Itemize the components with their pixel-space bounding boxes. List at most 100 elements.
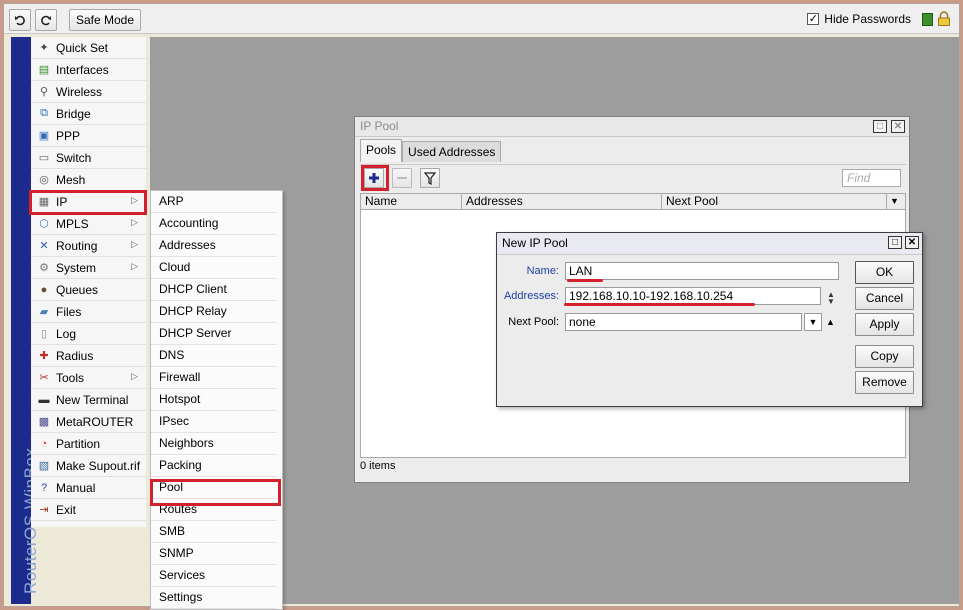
new-ip-pool-dialog: New IP Pool □ ✕ Name: LAN Addresses: 192… bbox=[496, 232, 923, 407]
menu-item-system[interactable]: ⚙ System ▷ bbox=[31, 257, 146, 279]
menu-item-ppp[interactable]: ▣ PPP bbox=[31, 125, 146, 147]
safe-mode-button[interactable]: Safe Mode bbox=[69, 9, 141, 31]
menu-item-exit[interactable]: ⇥ Exit bbox=[31, 499, 146, 521]
submenu-arrow-icon: ▷ bbox=[131, 239, 138, 249]
menu-item-mesh[interactable]: ◎ Mesh bbox=[31, 169, 146, 191]
filter-button[interactable] bbox=[420, 168, 440, 188]
find-input[interactable]: Find bbox=[842, 169, 901, 187]
menu-item-metarouter[interactable]: ▩ MetaROUTER bbox=[31, 411, 146, 433]
dialog-maximize-button[interactable]: □ bbox=[888, 236, 902, 249]
submenu-item-dhcp-server[interactable]: DHCP Server bbox=[151, 323, 277, 345]
wand-icon: ✦ bbox=[39, 42, 49, 54]
menu-item-new-terminal[interactable]: ▬ New Terminal bbox=[31, 389, 146, 411]
menu-item-label: PPP bbox=[56, 128, 81, 143]
undo-button[interactable] bbox=[9, 9, 31, 31]
menu-item-label: Bridge bbox=[56, 106, 91, 121]
apply-button[interactable]: Apply bbox=[855, 313, 914, 336]
tab-used-addresses[interactable]: Used Addresses bbox=[402, 141, 502, 162]
menu-item-partition[interactable]: ◔ Partition bbox=[31, 433, 146, 455]
new-ip-pool-title: New IP Pool bbox=[502, 236, 568, 250]
hide-passwords-checkbox[interactable]: ✓ bbox=[807, 13, 820, 25]
addresses-label: Addresses: bbox=[503, 290, 559, 302]
remove-field-icon[interactable]: ▲ bbox=[826, 317, 835, 327]
submenu-item-cloud[interactable]: Cloud bbox=[151, 257, 277, 279]
top-toolbar: Safe Mode ✓ Hide Passwords bbox=[4, 4, 959, 34]
mesh-icon: ◎ bbox=[39, 174, 49, 186]
submenu-item-smb[interactable]: SMB bbox=[151, 521, 277, 543]
submenu-item-dhcp-client[interactable]: DHCP Client bbox=[151, 279, 277, 301]
ip-submenu: ARP Accounting Addresses Cloud DHCP Client DH… bbox=[150, 190, 283, 610]
submenu-item-packing[interactable]: Packing bbox=[151, 455, 277, 477]
supout-icon: ▧ bbox=[38, 460, 50, 472]
dropdown-arrow-icon[interactable]: ▼ bbox=[804, 313, 822, 331]
menu-item-label: Tools bbox=[56, 370, 85, 385]
new-ip-pool-title-bar[interactable]: New IP Pool □ ✕ bbox=[497, 233, 922, 255]
queues-icon: ● bbox=[40, 283, 48, 296]
menu-item-quick-set[interactable]: ✦ Quick Set bbox=[31, 37, 146, 59]
ip-menu-highlight bbox=[29, 190, 147, 215]
submenu-item-snmp[interactable]: SNMP bbox=[151, 543, 277, 565]
name-label: Name: bbox=[526, 265, 559, 277]
menu-item-log[interactable]: ▯ Log bbox=[31, 323, 146, 345]
menu-item-radius[interactable]: ✚ Radius bbox=[31, 345, 146, 367]
col-next-pool[interactable]: Next Pool bbox=[662, 194, 887, 209]
close-button[interactable]: ✕ bbox=[891, 120, 905, 133]
menu-item-switch[interactable]: ▭ Switch bbox=[31, 147, 146, 169]
menu-item-label: Queues bbox=[56, 282, 99, 297]
ok-button[interactable]: OK bbox=[855, 261, 914, 284]
submenu-item-ipsec[interactable]: IPsec bbox=[151, 411, 277, 433]
addresses-spinner-icon[interactable]: ▲ ▼ bbox=[827, 291, 835, 306]
menu-item-label: MPLS bbox=[56, 216, 89, 231]
copy-button[interactable]: Copy bbox=[855, 345, 914, 368]
table-header: Name Addresses Next Pool ▼ bbox=[361, 194, 905, 210]
add-button-highlight bbox=[361, 165, 389, 191]
ip-pool-title-bar[interactable]: IP Pool □ ✕ bbox=[355, 117, 909, 137]
submenu-item-dns[interactable]: DNS bbox=[151, 345, 277, 367]
submenu-item-neighbors[interactable]: Neighbors bbox=[151, 433, 277, 455]
addresses-underline bbox=[564, 303, 755, 306]
hide-passwords[interactable]: ✓ Hide Passwords bbox=[807, 12, 911, 26]
menu-item-label: MetaROUTER bbox=[56, 414, 134, 429]
submenu-item-arp[interactable]: ARP bbox=[151, 191, 277, 213]
submenu-arrow-icon: ▷ bbox=[131, 217, 138, 227]
submenu-item-dhcp-relay[interactable]: DHCP Relay bbox=[151, 301, 277, 323]
menu-item-bridge[interactable]: ⧉ Bridge bbox=[31, 103, 146, 125]
submenu-item-accounting[interactable]: Accounting bbox=[151, 213, 277, 235]
name-field[interactable]: LAN bbox=[565, 262, 839, 280]
col-addresses[interactable]: Addresses bbox=[462, 194, 662, 209]
menu-item-files[interactable]: ▰ Files bbox=[31, 301, 146, 323]
col-name[interactable]: Name bbox=[361, 194, 462, 209]
submenu-arrow-icon: ▷ bbox=[131, 261, 138, 271]
cancel-button[interactable]: Cancel bbox=[855, 287, 914, 310]
pie-icon: ◔ bbox=[40, 437, 48, 450]
menu-item-manual[interactable]: ? Manual bbox=[31, 477, 146, 499]
brand-strip: RouterOS WinBox bbox=[11, 37, 40, 604]
submenu-item-addresses[interactable]: Addresses bbox=[151, 235, 277, 257]
submenu-item-services[interactable]: Services bbox=[151, 565, 277, 587]
submenu-item-firewall[interactable]: Firewall bbox=[151, 367, 277, 389]
menu-item-mpls[interactable]: ⬡ MPLS ▷ bbox=[31, 213, 146, 235]
menu-item-routing[interactable]: ✕ Routing ▷ bbox=[31, 235, 146, 257]
menu-item-tools[interactable]: ✂ Tools ▷ bbox=[31, 367, 146, 389]
menu-item-label: Quick Set bbox=[56, 40, 109, 55]
next-pool-select[interactable]: none bbox=[565, 313, 802, 331]
dialog-close-button[interactable]: ✕ bbox=[905, 236, 919, 249]
maximize-button[interactable]: □ bbox=[873, 120, 887, 133]
remove-button[interactable] bbox=[392, 168, 412, 188]
submenu-item-settings[interactable]: Settings bbox=[151, 587, 277, 609]
submenu-item-hotspot[interactable]: Hotspot bbox=[151, 389, 277, 411]
tab-pools[interactable]: Pools bbox=[360, 139, 403, 162]
menu-item-label: Mesh bbox=[56, 172, 86, 187]
menu-item-wireless[interactable]: ⚲ Wireless bbox=[31, 81, 146, 103]
hide-passwords-label: Hide Passwords bbox=[824, 12, 911, 26]
menu-item-make-supout-rif[interactable]: ▧ Make Supout.rif bbox=[31, 455, 146, 477]
menu-item-label: Radius bbox=[56, 348, 94, 363]
redo-button[interactable] bbox=[35, 9, 57, 31]
column-menu-icon[interactable]: ▼ bbox=[887, 194, 905, 209]
filter-icon bbox=[424, 171, 436, 185]
main-menu: ✦ Quick Set ▤ Interfaces ⚲ Wireless ⧉ Bridge ▣ PP… bbox=[31, 37, 146, 527]
menu-item-queues[interactable]: ● Queues bbox=[31, 279, 146, 301]
redo-icon bbox=[41, 15, 51, 26]
menu-item-interfaces[interactable]: ▤ Interfaces bbox=[31, 59, 146, 81]
remove-button-dialog[interactable]: Remove bbox=[855, 371, 914, 394]
